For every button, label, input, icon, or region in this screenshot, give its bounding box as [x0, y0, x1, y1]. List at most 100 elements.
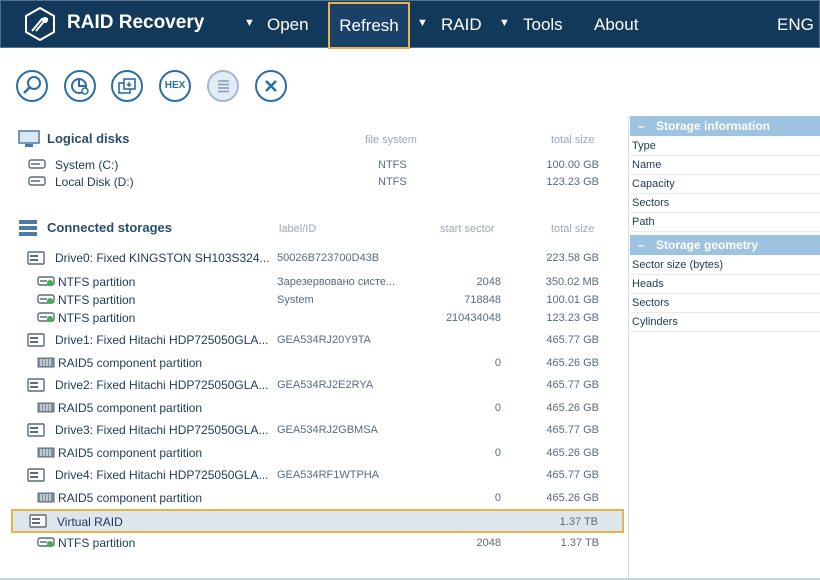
- partition-row[interactable]: NTFS partition 210434048 123.23 GB: [0, 309, 628, 327]
- property-type: Type: [630, 137, 820, 156]
- partition-row[interactable]: RAID5 component partition 0 465.26 GB: [0, 489, 628, 507]
- storage-name: NTFS partition: [58, 536, 136, 550]
- language-selector[interactable]: ENG: [777, 1, 814, 49]
- ntfs-partition-icon: [37, 312, 55, 322]
- raid-caret-icon[interactable]: ▼: [417, 1, 428, 45]
- total-size: 123.23 GB: [546, 176, 599, 188]
- hex-icon: HEX: [164, 80, 186, 91]
- logical-disks-title: Logical disks: [47, 131, 130, 146]
- storage-name: Drive0: Fixed KINGSTON SH103S324...: [55, 251, 270, 265]
- start-sector: 718848: [464, 294, 501, 306]
- ntfs-partition-icon: [37, 537, 55, 547]
- property-sector-size-bytes: Sector size (bytes): [630, 256, 820, 275]
- drive-row[interactable]: Drive4: Fixed Hitachi HDP725050GLA... GEA…: [0, 466, 628, 484]
- save-button[interactable]: [111, 70, 143, 102]
- property-cylinders: Cylinders: [630, 313, 820, 332]
- total-size: 465.77 GB: [546, 334, 599, 346]
- analyze-button[interactable]: [64, 70, 96, 102]
- col-start-sector: start sector: [440, 223, 495, 235]
- close-button[interactable]: [255, 70, 287, 102]
- col-total-size: total size: [551, 134, 595, 146]
- storage-information-header[interactable]: – Storage information: [630, 116, 820, 136]
- total-size: 100.01 GB: [546, 294, 599, 306]
- logical-disk-row[interactable]: System (C:) NTFS 100.00 GB: [0, 156, 628, 174]
- search-icon: [23, 76, 41, 94]
- virtual-raid-icon: [29, 514, 47, 528]
- storage-geometry-header[interactable]: – Storage geometry: [630, 235, 820, 255]
- tools-caret-icon[interactable]: ▼: [499, 1, 510, 45]
- partition-row[interactable]: RAID5 component partition 0 465.26 GB: [0, 354, 628, 372]
- partition-row[interactable]: NTFS partition Зарезервовано систе... 2048…: [0, 273, 628, 291]
- label-id: 50026B723700D43B: [277, 252, 380, 264]
- drive-row[interactable]: Drive3: Fixed Hitachi HDP725050GLA... GEA…: [0, 421, 628, 439]
- storage-name: NTFS partition: [58, 293, 136, 307]
- app-logo-icon: [25, 7, 55, 41]
- connected-storages-header: Connected storages label/ID start sector…: [16, 219, 616, 239]
- start-sector: 0: [494, 447, 501, 459]
- partition-row[interactable]: RAID5 component partition 0 465.26 GB: [0, 399, 628, 417]
- connected-storages-title: Connected storages: [47, 220, 172, 235]
- toolbar: HEX: [0, 48, 820, 116]
- col-total-size: total size: [551, 223, 595, 235]
- hard-drive-icon: [27, 423, 45, 437]
- ntfs-partition-icon: [37, 276, 55, 286]
- drive-row[interactable]: Drive1: Fixed Hitachi HDP725050GLA... GEA…: [0, 331, 628, 349]
- drive-row[interactable]: Drive0: Fixed KINGSTON SH103S324... 50026…: [0, 249, 628, 267]
- list-view-button[interactable]: [207, 70, 239, 102]
- partition-row[interactable]: NTFS partition System 718848 100.01 GB: [0, 291, 628, 309]
- total-size: 465.26 GB: [546, 357, 599, 369]
- logical-disk-row[interactable]: Local Disk (D:) NTFS 123.23 GB: [0, 173, 628, 191]
- pie-chart-icon: [71, 78, 89, 95]
- start-sector: 0: [494, 402, 501, 414]
- menu-refresh[interactable]: Refresh: [328, 2, 410, 49]
- disk-name: Local Disk (D:): [55, 175, 134, 189]
- storage-name: Drive2: Fixed Hitachi HDP725050GLA...: [55, 378, 269, 392]
- storage-name: RAID5 component partition: [58, 491, 203, 505]
- start-sector: 2048: [476, 537, 501, 549]
- hard-drive-icon: [27, 251, 45, 265]
- virtual-raid-row[interactable]: Virtual RAID 1.37 TB: [11, 509, 624, 533]
- raid-component-icon: [37, 357, 55, 368]
- storage-name: NTFS partition: [58, 311, 136, 325]
- partition-row[interactable]: RAID5 component partition 0 465.26 GB: [0, 444, 628, 462]
- total-size: 123.23 GB: [546, 312, 599, 324]
- property-sectors: Sectors: [630, 294, 820, 313]
- partition-row[interactable]: NTFS partition 2048 1.37 TB: [0, 534, 628, 552]
- file-system: NTFS: [378, 159, 407, 171]
- storage-name: Drive3: Fixed Hitachi HDP725050GLA...: [55, 423, 269, 437]
- close-icon: [265, 80, 277, 92]
- total-size: 223.58 GB: [546, 252, 599, 264]
- total-size: 465.26 GB: [546, 447, 599, 459]
- total-size: 1.37 TB: [560, 537, 599, 549]
- start-sector: 0: [494, 492, 501, 504]
- menu-raid[interactable]: RAID: [441, 1, 482, 49]
- drive-row[interactable]: Drive2: Fixed Hitachi HDP725050GLA... GEA…: [0, 376, 628, 394]
- storage-name: Drive1: Fixed Hitachi HDP725050GLA...: [55, 333, 269, 347]
- raid-component-icon: [37, 492, 55, 503]
- menu-open[interactable]: Open: [267, 1, 309, 49]
- total-size: 1.37 TB: [559, 516, 598, 528]
- hex-viewer-button[interactable]: HEX: [159, 70, 191, 102]
- label-id: GEA534RF1WTPHA: [277, 469, 380, 481]
- property-sectors: Sectors: [630, 194, 820, 213]
- property-heads: Heads: [630, 275, 820, 294]
- property-capacity: Capacity: [630, 175, 820, 194]
- start-sector: 210434048: [445, 312, 501, 324]
- label-id: Зарезервовано систе...: [277, 276, 396, 288]
- open-caret-icon[interactable]: ▼: [244, 1, 255, 45]
- properties-pane: – Storage information Type Name Capacity Sec…: [628, 116, 820, 580]
- storage-name: Virtual RAID: [57, 515, 123, 529]
- monitor-icon: [18, 130, 40, 147]
- label-id: GEA534RJ2GBMSA: [277, 424, 378, 436]
- collapse-icon[interactable]: –: [638, 235, 656, 255]
- logical-disks-header: Logical disks file system total size: [16, 130, 616, 150]
- list-icon: [218, 80, 229, 93]
- property-name: Name: [630, 156, 820, 175]
- save-icon: [118, 78, 136, 94]
- file-system: NTFS: [378, 176, 407, 188]
- collapse-icon[interactable]: –: [638, 116, 656, 136]
- label-id: System: [277, 294, 314, 306]
- menu-tools[interactable]: Tools: [523, 1, 563, 49]
- menu-about[interactable]: About: [594, 1, 638, 49]
- search-button[interactable]: [16, 70, 48, 102]
